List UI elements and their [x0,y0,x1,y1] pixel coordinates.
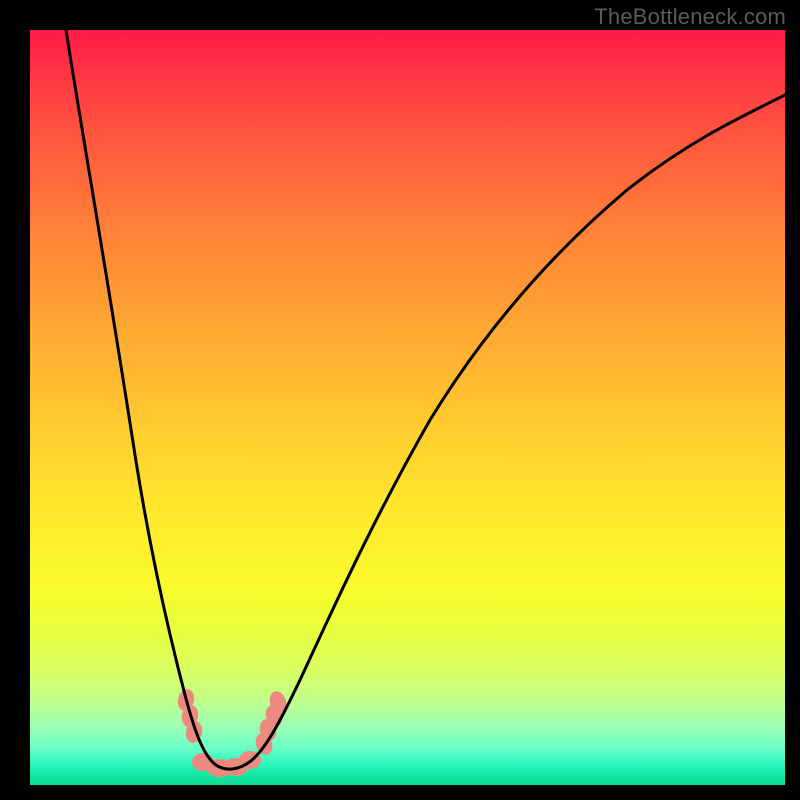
chart-frame: TheBottleneck.com [0,0,800,800]
bottleneck-curve [66,30,785,769]
curve-layer [30,30,785,785]
watermark-text: TheBottleneck.com [594,4,786,30]
plot-area [30,30,785,785]
